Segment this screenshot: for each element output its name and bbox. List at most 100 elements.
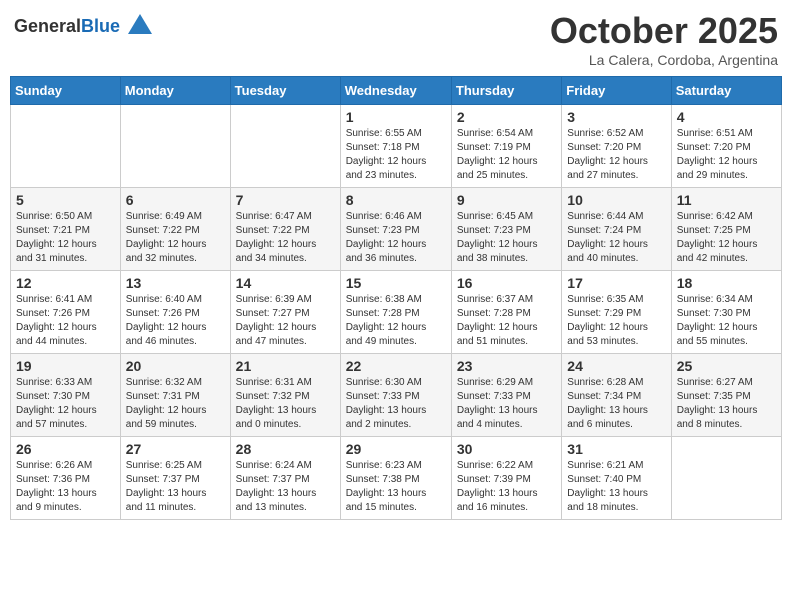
day-info: Sunrise: 6:35 AMSunset: 7:29 PMDaylight:… xyxy=(567,293,665,349)
day-number: 3 xyxy=(567,109,665,125)
calendar-cell: 18 Sunrise: 6:34 AMSunset: 7:30 PMDayligh… xyxy=(671,271,781,354)
day-header-saturday: Saturday xyxy=(671,77,781,105)
day-info: Sunrise: 6:34 AMSunset: 7:30 PMDaylight:… xyxy=(677,293,776,349)
day-info: Sunrise: 6:23 AMSunset: 7:38 PMDaylight:… xyxy=(346,459,446,515)
day-header-sunday: Sunday xyxy=(11,77,121,105)
calendar-cell: 15 Sunrise: 6:38 AMSunset: 7:28 PMDayligh… xyxy=(340,271,451,354)
calendar-week-row: 26 Sunrise: 6:26 AMSunset: 7:36 PMDayligh… xyxy=(11,437,782,520)
calendar-cell xyxy=(230,105,340,188)
logo-icon xyxy=(124,10,156,42)
calendar-cell: 28 Sunrise: 6:24 AMSunset: 7:37 PMDayligh… xyxy=(230,437,340,520)
calendar-cell: 5 Sunrise: 6:50 AMSunset: 7:21 PMDaylight… xyxy=(11,188,121,271)
day-number: 23 xyxy=(457,358,556,374)
day-number: 14 xyxy=(236,275,335,291)
day-info: Sunrise: 6:31 AMSunset: 7:32 PMDaylight:… xyxy=(236,376,335,432)
day-number: 18 xyxy=(677,275,776,291)
day-number: 7 xyxy=(236,192,335,208)
calendar-cell: 4Sunrise: 6:51 AMSunset: 7:20 PMDaylight… xyxy=(671,105,781,188)
day-number: 25 xyxy=(677,358,776,374)
day-info: Sunrise: 6:40 AMSunset: 7:26 PMDaylight:… xyxy=(126,293,225,349)
calendar-cell xyxy=(11,105,121,188)
calendar-cell: 8 Sunrise: 6:46 AMSunset: 7:23 PMDaylight… xyxy=(340,188,451,271)
calendar-cell: 14 Sunrise: 6:39 AMSunset: 7:27 PMDayligh… xyxy=(230,271,340,354)
day-number: 31 xyxy=(567,441,665,457)
day-header-thursday: Thursday xyxy=(451,77,561,105)
day-number: 5 xyxy=(16,192,115,208)
day-info: Sunrise: 6:30 AMSunset: 7:33 PMDaylight:… xyxy=(346,376,446,432)
day-number: 6 xyxy=(126,192,225,208)
day-number: 12 xyxy=(16,275,115,291)
day-info: Sunrise: 6:49 AMSunset: 7:22 PMDaylight:… xyxy=(126,210,225,266)
day-info: Sunrise: 6:24 AMSunset: 7:37 PMDaylight:… xyxy=(236,459,335,515)
calendar-cell: 27Sunrise: 6:25 AMSunset: 7:37 PMDayligh… xyxy=(120,437,230,520)
day-header-wednesday: Wednesday xyxy=(340,77,451,105)
day-number: 19 xyxy=(16,358,115,374)
calendar-cell xyxy=(120,105,230,188)
calendar-cell: 24 Sunrise: 6:28 AMSunset: 7:34 PMDayligh… xyxy=(562,354,671,437)
day-number: 30 xyxy=(457,441,556,457)
day-info: Sunrise: 6:22 AMSunset: 7:39 PMDaylight:… xyxy=(457,459,556,515)
day-header-tuesday: Tuesday xyxy=(230,77,340,105)
day-info: Sunrise: 6:33 AMSunset: 7:30 PMDaylight:… xyxy=(16,376,115,432)
calendar-cell: 9Sunrise: 6:45 AMSunset: 7:23 PMDaylight… xyxy=(451,188,561,271)
calendar-cell: 2Sunrise: 6:54 AMSunset: 7:19 PMDaylight… xyxy=(451,105,561,188)
day-number: 29 xyxy=(346,441,446,457)
calendar-cell: 10Sunrise: 6:44 AMSunset: 7:24 PMDayligh… xyxy=(562,188,671,271)
day-info: Sunrise: 6:32 AMSunset: 7:31 PMDaylight:… xyxy=(126,376,225,432)
day-number: 24 xyxy=(567,358,665,374)
logo-general: GeneralBlue xyxy=(14,16,120,37)
day-info: Sunrise: 6:50 AMSunset: 7:21 PMDaylight:… xyxy=(16,210,115,266)
day-number: 22 xyxy=(346,358,446,374)
day-number: 16 xyxy=(457,275,556,291)
calendar-cell: 22 Sunrise: 6:30 AMSunset: 7:33 PMDayligh… xyxy=(340,354,451,437)
day-info: Sunrise: 6:46 AMSunset: 7:23 PMDaylight:… xyxy=(346,210,446,266)
day-info: Sunrise: 6:47 AMSunset: 7:22 PMDaylight:… xyxy=(236,210,335,266)
day-info: Sunrise: 6:26 AMSunset: 7:36 PMDaylight:… xyxy=(16,459,115,515)
day-header-monday: Monday xyxy=(120,77,230,105)
logo: GeneralBlue xyxy=(14,10,156,42)
calendar-cell: 6 Sunrise: 6:49 AMSunset: 7:22 PMDaylight… xyxy=(120,188,230,271)
calendar-header-row: SundayMondayTuesdayWednesdayThursdayFrid… xyxy=(11,77,782,105)
calendar-week-row: 12 Sunrise: 6:41 AMSunset: 7:26 PMDayligh… xyxy=(11,271,782,354)
calendar-cell: 21 Sunrise: 6:31 AMSunset: 7:32 PMDayligh… xyxy=(230,354,340,437)
day-info: Sunrise: 6:55 AMSunset: 7:18 PMDaylight:… xyxy=(346,127,446,183)
calendar-cell: 23 Sunrise: 6:29 AMSunset: 7:33 PMDayligh… xyxy=(451,354,561,437)
calendar-cell: 12 Sunrise: 6:41 AMSunset: 7:26 PMDayligh… xyxy=(11,271,121,354)
day-number: 8 xyxy=(346,192,446,208)
day-number: 17 xyxy=(567,275,665,291)
day-number: 27 xyxy=(126,441,225,457)
day-info: Sunrise: 6:29 AMSunset: 7:33 PMDaylight:… xyxy=(457,376,556,432)
location-subtitle: La Calera, Cordoba, Argentina xyxy=(550,52,778,68)
calendar-cell: 26 Sunrise: 6:26 AMSunset: 7:36 PMDayligh… xyxy=(11,437,121,520)
day-info: Sunrise: 6:21 AMSunset: 7:40 PMDaylight:… xyxy=(567,459,665,515)
calendar-cell: 30 Sunrise: 6:22 AMSunset: 7:39 PMDayligh… xyxy=(451,437,561,520)
calendar-table: SundayMondayTuesdayWednesdayThursdayFrid… xyxy=(10,76,782,520)
day-number: 2 xyxy=(457,109,556,125)
day-number: 10 xyxy=(567,192,665,208)
day-info: Sunrise: 6:38 AMSunset: 7:28 PMDaylight:… xyxy=(346,293,446,349)
day-number: 21 xyxy=(236,358,335,374)
calendar-cell: 1 Sunrise: 6:55 AMSunset: 7:18 PMDaylight… xyxy=(340,105,451,188)
day-info: Sunrise: 6:52 AMSunset: 7:20 PMDaylight:… xyxy=(567,127,665,183)
page-header: GeneralBlue October 2025 La Calera, Cord… xyxy=(10,10,782,68)
calendar-cell: 19 Sunrise: 6:33 AMSunset: 7:30 PMDayligh… xyxy=(11,354,121,437)
day-info: Sunrise: 6:41 AMSunset: 7:26 PMDaylight:… xyxy=(16,293,115,349)
day-number: 1 xyxy=(346,109,446,125)
calendar-cell: 29 Sunrise: 6:23 AMSunset: 7:38 PMDayligh… xyxy=(340,437,451,520)
day-info: Sunrise: 6:39 AMSunset: 7:27 PMDaylight:… xyxy=(236,293,335,349)
day-header-friday: Friday xyxy=(562,77,671,105)
month-title: October 2025 xyxy=(550,10,778,52)
calendar-week-row: 1 Sunrise: 6:55 AMSunset: 7:18 PMDaylight… xyxy=(11,105,782,188)
day-number: 28 xyxy=(236,441,335,457)
day-number: 11 xyxy=(677,192,776,208)
title-block: October 2025 La Calera, Cordoba, Argenti… xyxy=(550,10,778,68)
calendar-cell: 17 Sunrise: 6:35 AMSunset: 7:29 PMDayligh… xyxy=(562,271,671,354)
day-info: Sunrise: 6:51 AMSunset: 7:20 PMDaylight:… xyxy=(677,127,776,183)
day-info: Sunrise: 6:28 AMSunset: 7:34 PMDaylight:… xyxy=(567,376,665,432)
calendar-week-row: 5 Sunrise: 6:50 AMSunset: 7:21 PMDaylight… xyxy=(11,188,782,271)
day-number: 15 xyxy=(346,275,446,291)
day-number: 26 xyxy=(16,441,115,457)
day-info: Sunrise: 6:42 AMSunset: 7:25 PMDaylight:… xyxy=(677,210,776,266)
calendar-cell: 25Sunrise: 6:27 AMSunset: 7:35 PMDayligh… xyxy=(671,354,781,437)
calendar-cell: 3 Sunrise: 6:52 AMSunset: 7:20 PMDaylight… xyxy=(562,105,671,188)
